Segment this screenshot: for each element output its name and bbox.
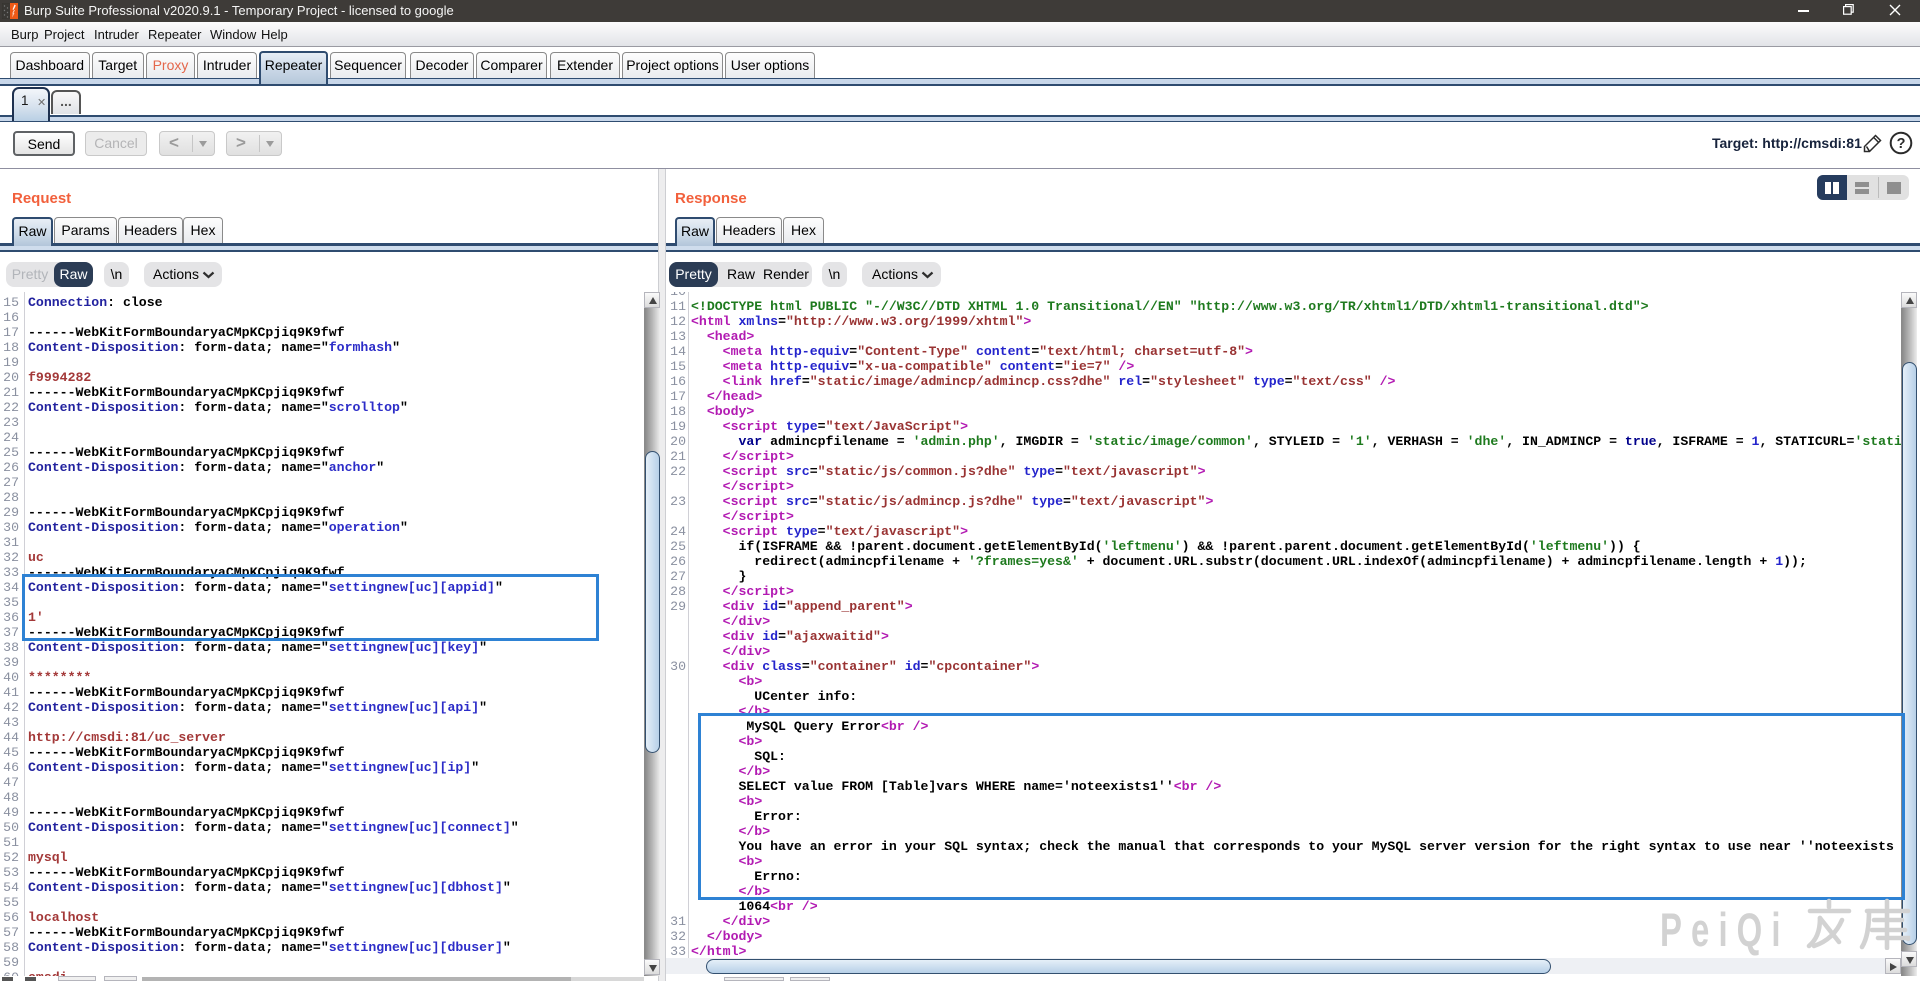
- svg-text:?: ?: [1897, 136, 1906, 152]
